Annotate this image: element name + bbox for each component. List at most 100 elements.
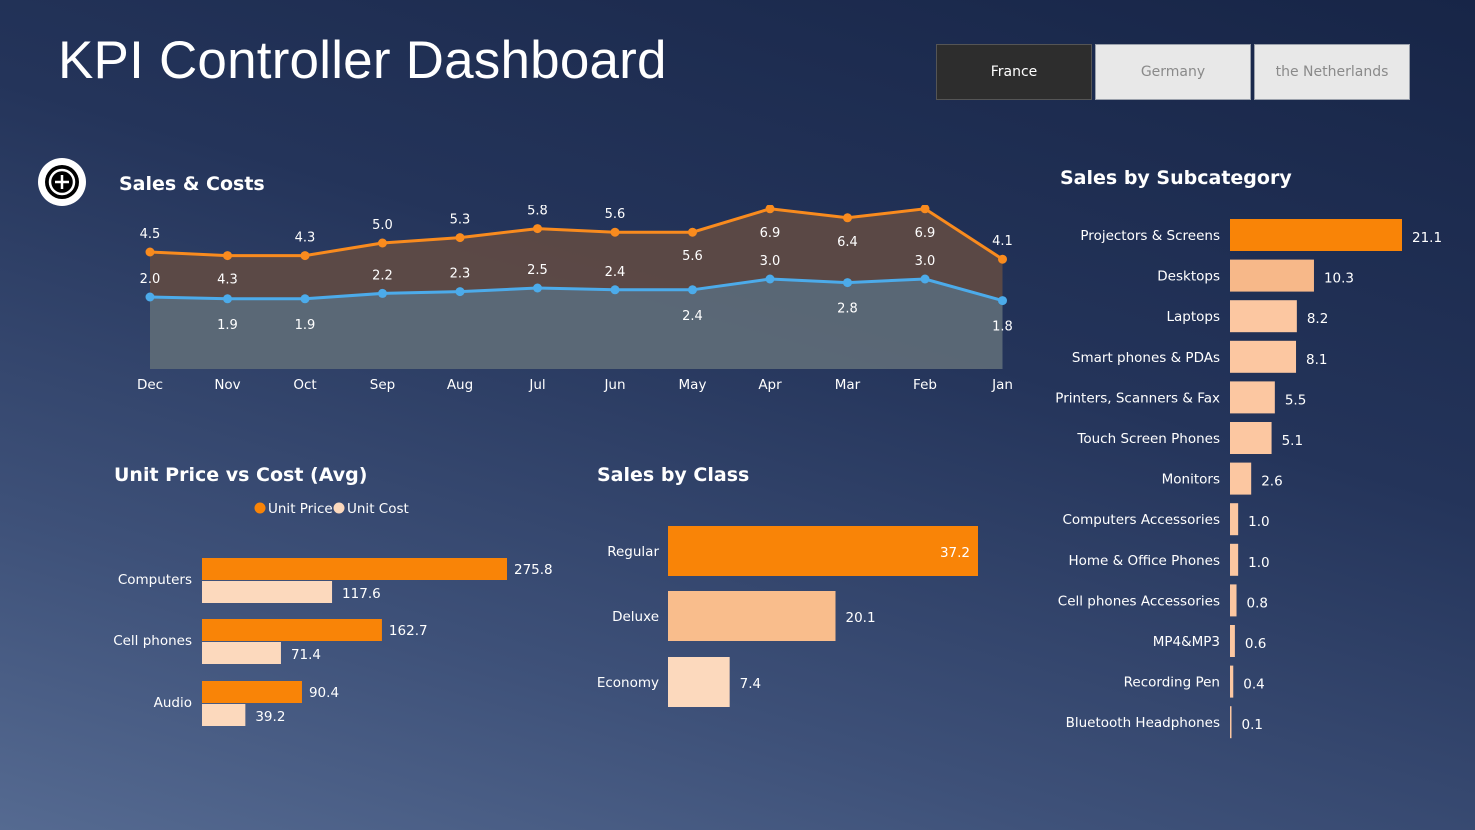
category-label: Regular xyxy=(607,544,659,560)
cost-point xyxy=(378,288,387,298)
sales-data-label: 4.3 xyxy=(295,231,316,246)
cost-data-label: 2.4 xyxy=(682,309,703,324)
subcategory-data-label: 8.1 xyxy=(1306,352,1327,368)
cost-point xyxy=(533,283,542,293)
category-label: Computers Accessories xyxy=(1062,512,1220,528)
subcategory-bar xyxy=(1230,462,1252,495)
slicer-netherlands-button[interactable]: the Netherlands xyxy=(1254,44,1410,100)
sales-by-class-chart: Regular 37.2 Deluxe 20.1 Economy 7.4 xyxy=(597,526,978,707)
cost-data-label: 2.2 xyxy=(372,268,393,283)
cost-data-label: 1.9 xyxy=(295,318,316,333)
x-tick-label: Jan xyxy=(991,377,1013,393)
legend-marker xyxy=(333,502,345,514)
subcategory-data-label: 8.2 xyxy=(1307,311,1328,327)
unit-cost-bar xyxy=(202,704,246,726)
sales-point xyxy=(610,227,620,237)
sales-point xyxy=(455,233,465,243)
x-tick-label: Jun xyxy=(603,377,625,393)
sales-data-label: 5.8 xyxy=(527,205,548,219)
x-tick-label: Aug xyxy=(447,377,473,393)
legend-marker xyxy=(254,502,266,514)
sales-by-class-title: Sales by Class xyxy=(597,464,750,486)
subcategory-bar xyxy=(1230,422,1272,454)
sales-data-label: 6.4 xyxy=(837,235,858,250)
unit-cost-bar xyxy=(202,642,281,664)
class-data-label: 20.1 xyxy=(846,610,876,626)
sales-point xyxy=(998,254,1007,264)
category-label: Bluetooth Headphones xyxy=(1066,715,1220,731)
category-label: Printers, Scanners & Fax xyxy=(1055,390,1220,406)
unit-cost-label: 71.4 xyxy=(291,647,321,663)
sales-point xyxy=(145,247,155,257)
category-label: Cell phones Accessories xyxy=(1058,593,1220,609)
sales-costs-chart: 4.5 4.3 4.3 5.0 5.3 5.8 5.6 5.6 6.9 6.4 6.9 4.1 2.0 1… xyxy=(137,205,1013,393)
subcategory-data-label: 2.6 xyxy=(1261,474,1282,490)
cost-data-label: 1.9 xyxy=(217,318,238,333)
unit-price-bar xyxy=(202,681,302,703)
add-button[interactable] xyxy=(38,158,86,206)
category-label: Deluxe xyxy=(612,609,659,625)
cost-point xyxy=(300,294,310,304)
sales-by-subcategory-title: Sales by Subcategory xyxy=(1060,167,1292,189)
category-label: Economy xyxy=(597,675,659,691)
category-label: Projectors & Screens xyxy=(1080,228,1220,244)
subcategory-data-label: 0.4 xyxy=(1243,677,1264,693)
category-label: Computers xyxy=(118,572,192,588)
x-tick-label: Sep xyxy=(370,377,395,393)
subcategory-data-label: 5.1 xyxy=(1282,433,1303,449)
x-tick-label: Jul xyxy=(528,377,545,393)
unit-price-label: 90.4 xyxy=(309,685,339,701)
subcategory-bar xyxy=(1230,706,1232,739)
subcategory-data-label: 0.1 xyxy=(1242,717,1263,733)
subcategory-data-label: 0.8 xyxy=(1247,595,1268,611)
cost-point xyxy=(610,285,620,295)
page-title: KPI Controller Dashboard xyxy=(58,31,667,90)
country-slicer: France Germany the Netherlands xyxy=(936,44,1410,100)
slicer-germany-button[interactable]: Germany xyxy=(1095,44,1251,100)
subcategory-data-label: 1.0 xyxy=(1248,555,1269,571)
sales-data-label: 6.9 xyxy=(915,226,936,241)
subcategory-bar xyxy=(1230,381,1275,414)
category-label: Desktops xyxy=(1157,269,1220,285)
slicer-france-button[interactable]: France xyxy=(936,44,1092,100)
x-tick-label: May xyxy=(679,377,707,393)
sales-point xyxy=(688,227,697,237)
plus-circle-icon xyxy=(45,165,79,199)
category-label: Recording Pen xyxy=(1124,675,1220,691)
legend-label: Unit Cost xyxy=(347,501,409,517)
x-tick-label: Dec xyxy=(137,377,163,393)
unit-price-label: 162.7 xyxy=(389,623,428,639)
subcategory-bar xyxy=(1230,219,1402,251)
subcategory-data-label: 5.5 xyxy=(1285,392,1306,408)
x-tick-label: Mar xyxy=(835,377,861,393)
sales-point xyxy=(843,213,852,223)
category-label: Home & Office Phones xyxy=(1068,553,1220,569)
sales-by-subcategory-chart: Projectors & Screens 21.1 Desktops 10.3 Lapt… xyxy=(1055,219,1442,739)
x-tick-label: Feb xyxy=(913,377,937,393)
sales-data-label: 5.3 xyxy=(450,213,471,228)
x-tick-label: Apr xyxy=(758,377,782,393)
sales-data-label: 4.1 xyxy=(992,234,1013,249)
unit-price-cost-title: Unit Price vs Cost (Avg) xyxy=(114,464,368,486)
category-label: Cell phones xyxy=(113,633,192,649)
subcategory-bar xyxy=(1230,625,1235,657)
unit-price-bar xyxy=(202,558,507,580)
class-bar xyxy=(668,526,978,576)
subcategory-data-label: 10.3 xyxy=(1324,271,1354,287)
cost-data-label: 2.3 xyxy=(450,267,471,282)
class-bar xyxy=(668,591,836,641)
subcategory-data-label: 1.0 xyxy=(1248,514,1269,530)
sales-costs-title: Sales & Costs xyxy=(119,173,265,195)
cost-point xyxy=(998,296,1007,306)
category-label: Audio xyxy=(154,695,192,711)
sales-data-label: 6.9 xyxy=(760,226,781,241)
cost-data-label: 2.0 xyxy=(140,272,161,287)
cost-point xyxy=(920,274,930,284)
cost-data-label: 2.5 xyxy=(527,263,548,278)
subcategory-bar xyxy=(1230,543,1239,576)
sales-data-label: 4.3 xyxy=(217,273,238,288)
cost-point xyxy=(843,278,852,288)
category-label: Smart phones & PDAs xyxy=(1072,350,1220,366)
category-label: Laptops xyxy=(1166,309,1220,325)
subcategory-bar xyxy=(1230,584,1237,617)
